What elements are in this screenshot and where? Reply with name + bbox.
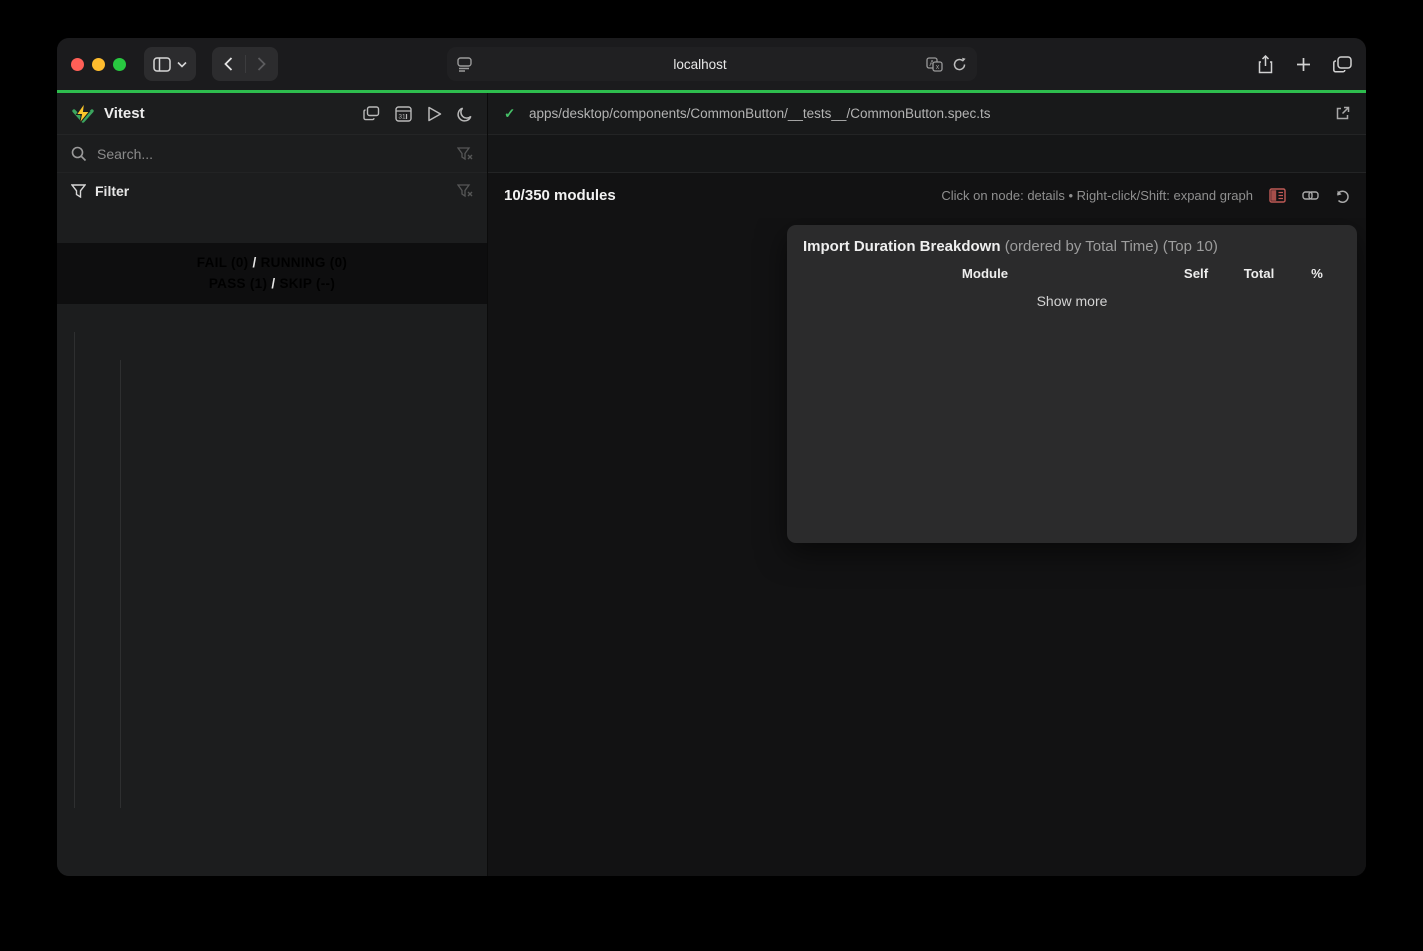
skip-count: SKIP (--) [279, 276, 335, 291]
search-input[interactable] [97, 146, 447, 162]
minimize-window-button[interactable] [92, 58, 105, 71]
running-count: RUNNING (0) [261, 255, 348, 270]
import-duration-table: Module Self Total % [803, 264, 1341, 286]
col-pct: % [1293, 264, 1341, 286]
external-link-icon[interactable] [1335, 106, 1350, 121]
reload-icon[interactable] [952, 57, 967, 72]
test-tree [57, 304, 487, 876]
modules-count: 10/350 modules [504, 187, 616, 204]
clear-filter-icon[interactable] [457, 184, 473, 198]
search-icon [71, 146, 87, 162]
share-icon[interactable] [1257, 55, 1274, 74]
address-bar[interactable]: localhost Ax [447, 47, 977, 81]
new-tab-icon[interactable] [1296, 57, 1311, 72]
col-total: Total [1225, 264, 1293, 286]
url-text: localhost [474, 57, 926, 72]
close-window-button[interactable] [71, 58, 84, 71]
page-settings-icon[interactable] [457, 57, 474, 72]
pass-count: PASS (1) [209, 276, 267, 291]
back-button[interactable] [213, 57, 245, 71]
run-status: FAIL (0) / RUNNING (0) PASS (1) / SKIP (… [57, 243, 487, 304]
tab-overview-icon[interactable] [1333, 56, 1352, 73]
forward-button[interactable] [246, 57, 278, 71]
panel-title: Import Duration Breakdown (ordered by To… [803, 238, 1341, 255]
reset-graph-icon[interactable] [1335, 188, 1350, 204]
graph-hint: Click on node: details • Right-click/Shi… [941, 188, 1253, 203]
maximize-window-button[interactable] [113, 58, 126, 71]
browser-window: localhost Ax [57, 38, 1366, 876]
nav-buttons [212, 47, 278, 81]
traffic-lights [71, 58, 126, 71]
legend-icon[interactable] [1269, 188, 1286, 203]
filter-label: Filter [95, 183, 129, 199]
app-title: Vitest [104, 105, 145, 122]
link-modules-icon[interactable] [1302, 188, 1319, 203]
view-tabs [488, 135, 1366, 173]
col-self: Self [1167, 264, 1225, 286]
sidebar-icon [153, 57, 171, 72]
main-panel: ✓ apps/desktop/components/CommonButton/_… [488, 93, 1366, 876]
module-graph[interactable]: Import Duration Breakdown (ordered by To… [488, 218, 1366, 876]
sidebar: Vitest 31 [57, 93, 488, 876]
clear-filter-icon[interactable] [457, 147, 473, 161]
col-module: Module [803, 264, 1167, 286]
dark-mode-icon[interactable] [457, 106, 473, 122]
pass-check-icon: ✓ [504, 106, 519, 122]
import-duration-panel: Import Duration Breakdown (ordered by To… [787, 225, 1357, 543]
run-all-icon[interactable] [427, 106, 442, 122]
fail-count: FAIL (0) [197, 255, 249, 270]
dashboard-icon[interactable]: 31 [395, 106, 412, 122]
show-more-button[interactable]: Show more [803, 286, 1341, 309]
translate-icon[interactable]: Ax [926, 57, 943, 72]
svg-text:31: 31 [398, 113, 406, 120]
svg-text:x: x [936, 64, 940, 71]
sidebar-toggle-button[interactable] [144, 47, 196, 81]
filter-icon [71, 184, 86, 198]
graph-toolbar: 10/350 modules Click on node: details • … [488, 173, 1366, 218]
open-file-path: apps/desktop/components/CommonButton/__t… [529, 106, 1325, 121]
vitest-logo-icon [71, 102, 95, 126]
browser-chrome: localhost Ax [57, 38, 1366, 90]
collapse-panels-icon[interactable] [363, 106, 380, 121]
chevron-down-icon [177, 61, 187, 68]
